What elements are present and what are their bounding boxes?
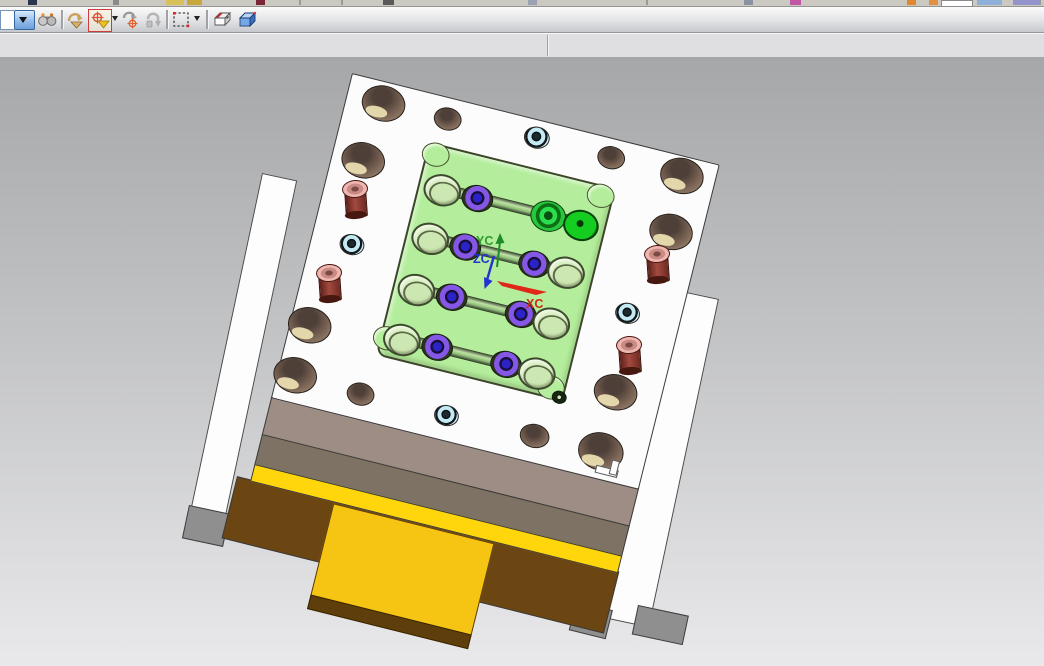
- clipped-icon[interactable]: [187, 0, 202, 5]
- toolbar-separator: [341, 0, 343, 5]
- toolbar-separator: [166, 10, 169, 29]
- wcs-triad[interactable]: YC ZC XC: [440, 215, 570, 375]
- crosshair-funnel-icon-active[interactable]: [88, 9, 112, 32]
- application-window: YC ZC XC: [0, 0, 1044, 666]
- curved-arrow-funnel-icon[interactable]: [65, 9, 87, 30]
- guide-bushing[interactable]: [618, 344, 642, 373]
- guide-bushing[interactable]: [318, 272, 342, 301]
- clipped-icon[interactable]: [977, 0, 1002, 5]
- graphics-viewport[interactable]: YC ZC XC: [0, 57, 1044, 666]
- curved-arrow-crosshair-icon[interactable]: [119, 9, 141, 30]
- selection-scope-combo[interactable]: [0, 10, 35, 30]
- toolbar-separator: [206, 10, 209, 29]
- clipped-icon[interactable]: [790, 0, 801, 5]
- zc-axis-label: ZC: [473, 252, 490, 266]
- clipped-icon[interactable]: [256, 0, 265, 5]
- toolbar-separator: [1039, 0, 1041, 5]
- dropdown-caret[interactable]: [194, 16, 200, 24]
- clipped-icon[interactable]: [383, 0, 394, 5]
- toolbar-separator: [299, 0, 301, 5]
- toolbar-separator: [61, 10, 64, 29]
- xc-axis-arrow[interactable]: [497, 281, 547, 295]
- guide-bushing[interactable]: [646, 253, 670, 282]
- clipped-button-pressed[interactable]: [941, 0, 973, 7]
- clipped-icon[interactable]: [907, 0, 916, 5]
- clipped-icon[interactable]: [28, 0, 37, 5]
- dashed-selection-box-icon[interactable]: [170, 9, 192, 30]
- clipped-icon[interactable]: [166, 0, 184, 5]
- yc-axis-label: YC: [476, 234, 493, 248]
- link-filter-icon[interactable]: [36, 9, 58, 30]
- clipped-toolbar-row: [0, 0, 1044, 7]
- dropdown-caret[interactable]: [112, 16, 118, 24]
- blue-cube-icon[interactable]: [236, 9, 258, 30]
- clipped-icon[interactable]: [929, 0, 938, 5]
- gray-tool-icon[interactable]: [142, 9, 164, 30]
- clipped-icon[interactable]: [113, 0, 119, 5]
- guide-bushing[interactable]: [344, 188, 368, 217]
- toolbar-separator: [547, 35, 549, 56]
- xc-axis-label: XC: [526, 297, 543, 311]
- yc-axis-arrow[interactable]: [496, 233, 505, 244]
- white-red-cube-icon[interactable]: [211, 9, 233, 30]
- toolbar-separator: [646, 0, 648, 5]
- combo-dropdown-button[interactable]: [14, 10, 35, 30]
- docked-toolbar-row: [0, 33, 1044, 58]
- clipped-icon[interactable]: [528, 0, 537, 5]
- combo-text-field[interactable]: [0, 10, 14, 30]
- clipped-icon[interactable]: [744, 0, 753, 5]
- snap-point-toolbar: [0, 7, 1044, 33]
- clipped-icon[interactable]: [1013, 0, 1039, 5]
